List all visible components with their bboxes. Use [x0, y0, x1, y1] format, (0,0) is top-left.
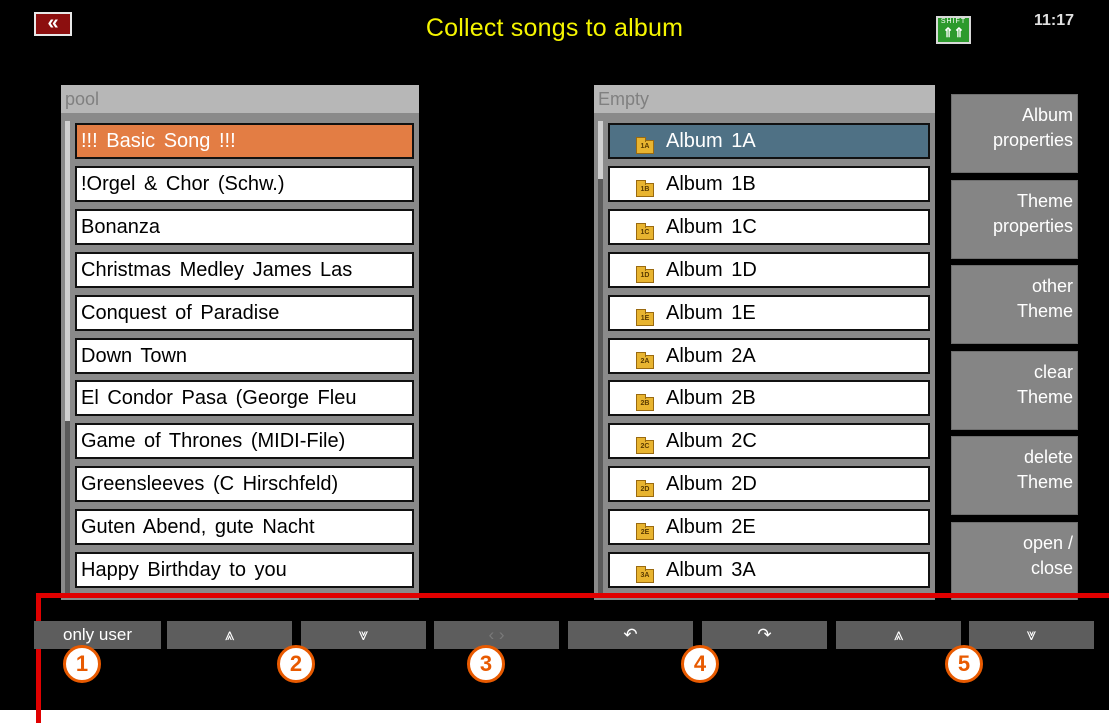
song-row[interactable]: !Orgel & Chor (Schw.): [75, 165, 414, 202]
side-button-line2: properties: [992, 215, 1073, 236]
folder-icon: 2D: [636, 480, 654, 498]
album-label: Album 1C: [666, 215, 757, 238]
album-row[interactable]: 2D Album 2D: [608, 466, 930, 503]
clock: 11:17: [1034, 12, 1075, 29]
theme-properties-button[interactable]: Theme properties: [951, 179, 1078, 259]
song-row[interactable]: Guten Abend, gute Nacht: [75, 509, 414, 546]
album-scrollbar[interactable]: [598, 121, 603, 597]
song-row[interactable]: El Condor Pasa (George Fleu: [75, 380, 414, 417]
annotation-badge-2: 2: [277, 645, 315, 683]
album-properties-button[interactable]: Album properties: [951, 94, 1078, 173]
album-row[interactable]: 1D Album 1D: [608, 251, 930, 288]
clear-theme-button[interactable]: clear Theme: [951, 350, 1078, 430]
album-page-down-button[interactable]: ⩔: [969, 621, 1094, 649]
song-row[interactable]: Down Town: [75, 337, 414, 374]
album-label: Album 2E: [666, 516, 756, 539]
album-page-up-button[interactable]: ⩓: [836, 621, 961, 649]
folder-icon: 1E: [636, 308, 654, 326]
pool-header: pool: [61, 85, 419, 113]
album-label: Album 2D: [666, 473, 757, 496]
song-row[interactable]: Greensleeves (C Hirschfeld): [75, 466, 414, 503]
page-down-button[interactable]: ⩔: [301, 621, 426, 649]
pool-scrollbar[interactable]: [65, 121, 70, 597]
album-label: Album 1A: [666, 130, 756, 152]
folder-icon: 2C: [636, 437, 654, 455]
album-label: Album 2B: [666, 387, 756, 410]
folder-icon: 1D: [636, 265, 654, 283]
album-row[interactable]: 1A Album 1A: [608, 123, 930, 159]
side-button-line1: delete: [1023, 447, 1073, 468]
album-label: Album 2C: [666, 430, 757, 453]
folder-icon: 3A: [636, 566, 654, 583]
folder-icon: 2E: [636, 523, 654, 541]
album-label: Album 1D: [666, 258, 757, 281]
page-up-button[interactable]: ⩓: [167, 621, 292, 649]
rotate-left-button[interactable]: ↶: [568, 621, 693, 649]
folder-icon: 1A: [636, 137, 654, 154]
album-row[interactable]: 2C Album 2C: [608, 423, 930, 460]
album-label: Album 2A: [666, 344, 756, 367]
only-user-button[interactable]: only user: [34, 621, 161, 649]
side-button-line2: Theme: [1016, 386, 1073, 407]
shift-arrows-icon: ⇑⇑: [942, 25, 965, 40]
song-row[interactable]: !!! Basic Song !!!: [75, 123, 414, 159]
album-scroll-thumb[interactable]: [598, 121, 603, 179]
open-close-button[interactable]: open / close: [951, 522, 1078, 601]
album-row[interactable]: 1E Album 1E: [608, 294, 930, 331]
album-row[interactable]: 3A Album 3A: [608, 552, 930, 588]
annotation-badge-4: 4: [681, 645, 719, 683]
shift-icon: SHIFT ⇑⇑: [936, 16, 971, 44]
folder-icon: 1C: [636, 222, 654, 240]
album-label: Album 3A: [666, 559, 756, 581]
album-row[interactable]: 2B Album 2B: [608, 380, 930, 417]
move-left-right-button[interactable]: ‹ ›: [434, 621, 559, 649]
annotation-badge-5: 5: [945, 645, 983, 683]
album-label: Album 1B: [666, 172, 756, 195]
rotate-right-button[interactable]: ↷: [702, 621, 827, 649]
header-bar: « Collect songs to album SHIFT ⇑⇑ 11:17: [0, 0, 1109, 60]
folder-icon: 1B: [636, 179, 654, 197]
side-button-line1: Album: [1021, 105, 1073, 125]
song-row[interactable]: Christmas Medley James Las: [75, 251, 414, 288]
song-row[interactable]: Conquest of Paradise: [75, 294, 414, 331]
side-button-line2: properties: [992, 130, 1073, 150]
album-row[interactable]: 1B Album 1B: [608, 165, 930, 202]
album-label: Album 1E: [666, 301, 756, 324]
annotation-badge-3: 3: [467, 645, 505, 683]
other-theme-button[interactable]: other Theme: [951, 265, 1078, 345]
folder-icon: 2B: [636, 394, 654, 412]
side-button-line1: Theme: [1016, 190, 1073, 211]
side-button-line2: Theme: [1016, 301, 1073, 322]
song-row[interactable]: Bonanza: [75, 208, 414, 245]
song-row[interactable]: Happy Birthday to you: [75, 552, 414, 588]
album-row[interactable]: 2A Album 2A: [608, 337, 930, 374]
side-button-line1: clear: [1033, 361, 1073, 382]
annotation-badge-1: 1: [63, 645, 101, 683]
album-row[interactable]: 2E Album 2E: [608, 509, 930, 546]
side-button-line2: Theme: [1016, 472, 1073, 493]
side-button-line1: open /: [1022, 533, 1073, 553]
album-header: Empty: [594, 85, 935, 113]
pool-scroll-thumb[interactable]: [65, 121, 70, 421]
folder-icon: 2A: [636, 351, 654, 369]
side-button-line1: other: [1031, 276, 1073, 297]
album-row[interactable]: 1C Album 1C: [608, 208, 930, 245]
delete-theme-button[interactable]: delete Theme: [951, 436, 1078, 516]
side-button-line2: close: [1030, 558, 1073, 578]
song-row[interactable]: Game of Thrones (MIDI-File): [75, 423, 414, 460]
